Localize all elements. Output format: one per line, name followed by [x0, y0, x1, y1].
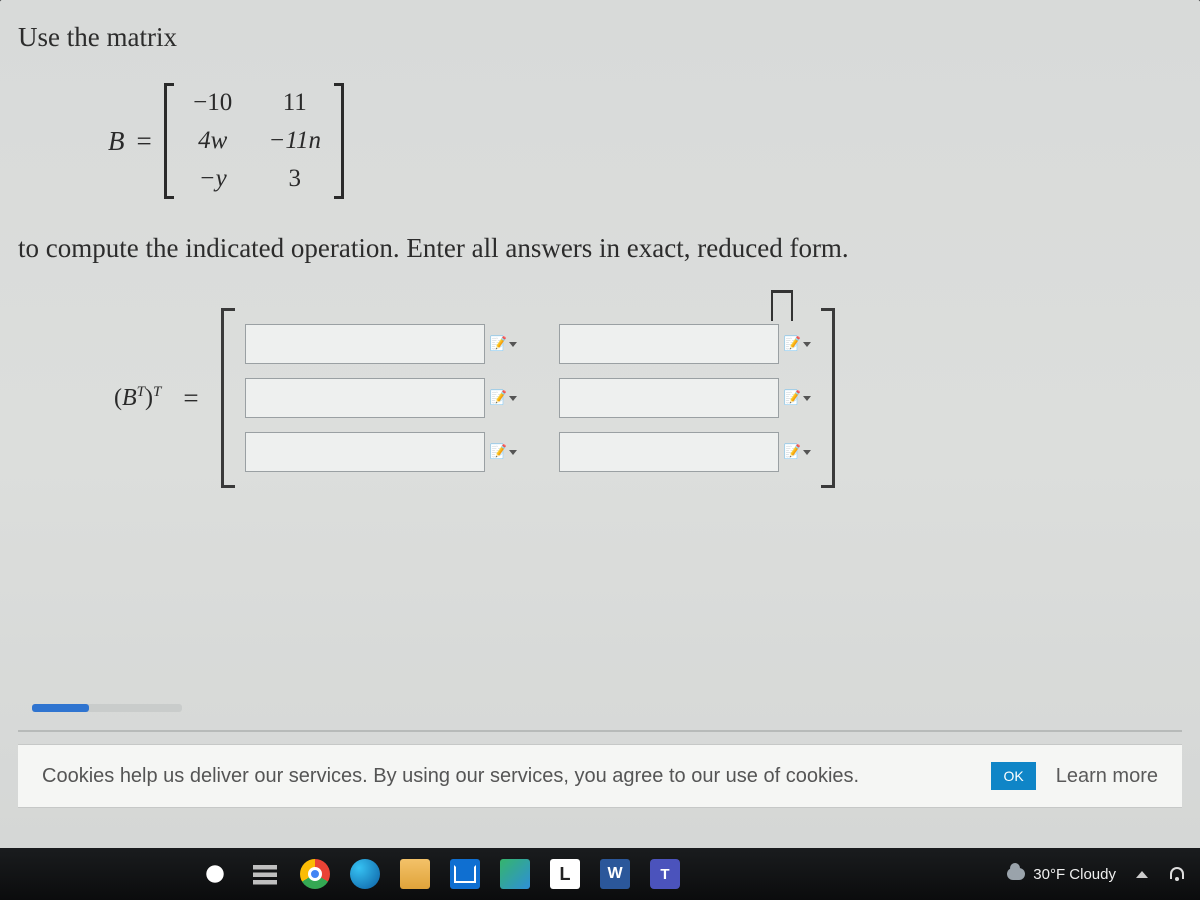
matrix-definition: B = −10 11 4w −11n −y 3 — [108, 83, 1182, 199]
matrix-cell: 4w — [186, 127, 240, 155]
cloud-icon — [1007, 868, 1025, 880]
divider — [18, 730, 1182, 732]
answer-input-r3c1[interactable] — [245, 432, 485, 472]
answer-input-r1c2[interactable] — [559, 324, 779, 364]
file-explorer-icon[interactable] — [400, 859, 430, 889]
word-icon[interactable]: W — [600, 859, 630, 889]
wifi-icon[interactable] — [1168, 867, 1186, 881]
answer-input-r1c1[interactable] — [245, 324, 485, 364]
answer-input-r2c1[interactable] — [245, 378, 485, 418]
formula-editor-icon[interactable]: 📝 — [491, 387, 517, 409]
progress-bar — [32, 704, 182, 712]
edge-icon[interactable] — [350, 859, 380, 889]
matrix-cell: −11n — [268, 127, 322, 155]
left-bracket — [164, 83, 174, 199]
windows-taskbar: L W 30°F Cloudy — [0, 848, 1200, 900]
cookie-learn-more-link[interactable]: Learn more — [1056, 765, 1158, 788]
matrix-cell: −y — [186, 165, 240, 193]
matrix-cell: 3 — [268, 165, 322, 193]
formula-editor-icon[interactable]: 📝 — [785, 441, 811, 463]
prompt-line-2: to compute the indicated operation. Ente… — [18, 233, 1182, 264]
mail-icon[interactable] — [450, 859, 480, 889]
formula-editor-icon[interactable]: 📝 — [785, 333, 811, 355]
maps-icon[interactable] — [500, 859, 530, 889]
cookie-ok-button[interactable]: OK — [991, 762, 1035, 790]
start-icon[interactable] — [200, 859, 230, 889]
equals-sign: = — [183, 383, 198, 414]
answer-input-r3c2[interactable] — [559, 432, 779, 472]
answer-input-r2c2[interactable] — [559, 378, 779, 418]
weather-text: 30°F Cloudy — [1033, 866, 1116, 883]
cookie-message: Cookies help us deliver our services. By… — [42, 765, 971, 788]
right-bracket — [334, 83, 344, 199]
matrix-cell: 11 — [268, 89, 322, 117]
matrix-name: B — [108, 126, 125, 157]
matrix-cell: −10 — [186, 89, 240, 117]
formula-editor-icon[interactable]: 📝 — [785, 387, 811, 409]
task-view-icon[interactable] — [250, 859, 280, 889]
left-bracket — [221, 308, 235, 488]
equals-sign: = — [137, 126, 152, 157]
chrome-icon[interactable] — [300, 859, 330, 889]
formula-editor-icon[interactable]: 📝 — [491, 441, 517, 463]
matrix-B: −10 11 4w −11n −y 3 — [164, 83, 344, 199]
tray-chevron-up-icon[interactable] — [1136, 871, 1148, 878]
answer-expression-label: (BT)T — [114, 384, 161, 412]
teams-icon[interactable] — [650, 859, 680, 889]
prompt-line-1: Use the matrix — [18, 22, 1182, 53]
right-bracket — [821, 308, 835, 488]
cookie-banner: Cookies help us deliver our services. By… — [18, 744, 1182, 808]
formula-editor-icon[interactable]: 📝 — [491, 333, 517, 355]
answer-row: (BT)T = 📝 📝 📝 — [114, 308, 1182, 488]
weather-widget[interactable]: 30°F Cloudy — [1007, 866, 1116, 883]
app-L-icon[interactable]: L — [550, 859, 580, 889]
answer-matrix: 📝 📝 📝 📝 — [221, 308, 835, 488]
